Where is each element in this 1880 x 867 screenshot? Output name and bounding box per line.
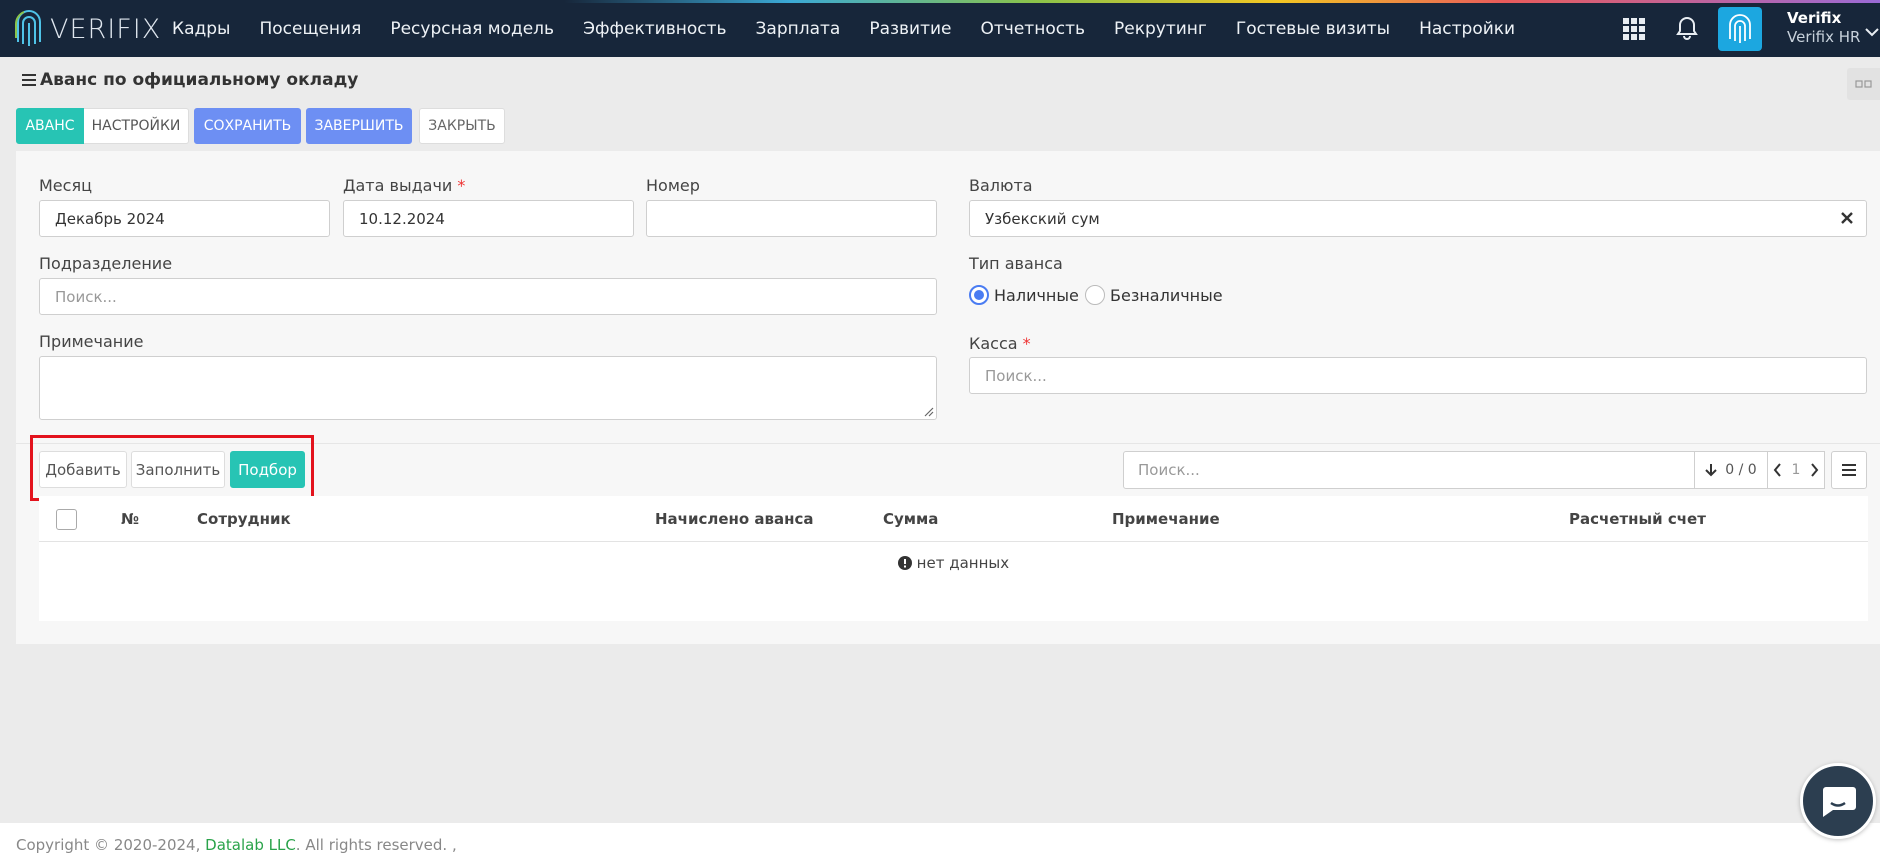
page-title: Аванс по официальному окладу bbox=[40, 70, 359, 90]
logo[interactable]: VERIFIX bbox=[14, 8, 161, 50]
user-info[interactable]: Verifix Verifix HR bbox=[1787, 9, 1860, 46]
cash-label: Касса * bbox=[969, 334, 1031, 353]
close-button[interactable]: ЗАКРЫТЬ bbox=[419, 108, 505, 144]
column-employee[interactable]: Сотрудник bbox=[197, 510, 291, 528]
advance-type-label: Тип аванса bbox=[969, 254, 1063, 273]
currency-label: Валюта bbox=[969, 176, 1033, 195]
column-account[interactable]: Расчетный счет bbox=[1569, 510, 1706, 528]
grid-page-number: 1 bbox=[1791, 462, 1801, 478]
empty-state-text: нет данных bbox=[916, 554, 1010, 572]
nav-item-settings[interactable]: Настройки bbox=[1419, 19, 1515, 39]
page-toolbar: АВАНС НАСТРОЙКИ СОХРАНИТЬ ЗАВЕРШИТЬ ЗАКР… bbox=[16, 108, 505, 144]
chevron-left-icon[interactable] bbox=[1773, 463, 1782, 477]
division-label: Подразделение bbox=[39, 254, 173, 273]
nav-item-guest-visits[interactable]: Гостевые визиты bbox=[1236, 19, 1390, 39]
footer-rights: . All rights reserved. , bbox=[295, 836, 457, 854]
division-placeholder: Поиск... bbox=[55, 287, 117, 306]
footer: Copyright © 2020-2024, Datalab LLC. All … bbox=[0, 823, 1880, 867]
empty-state: нет данных bbox=[39, 554, 1868, 572]
select-all-checkbox[interactable] bbox=[56, 509, 77, 530]
arrow-down-icon bbox=[1705, 464, 1717, 477]
exclamation-icon bbox=[897, 556, 912, 570]
issue-date-label: Дата выдачи * bbox=[343, 176, 465, 195]
user-org: Verifix HR bbox=[1787, 28, 1861, 46]
month-label: Месяц bbox=[39, 176, 92, 195]
note-label: Примечание bbox=[39, 332, 144, 351]
top-navbar: VERIFIX Кадры Посещения Ресурсная модель… bbox=[0, 0, 1880, 57]
radio-cashless-label: Безналичные bbox=[1110, 286, 1223, 305]
nav-item-salary[interactable]: Зарплата bbox=[756, 19, 841, 39]
footer-copyright: Copyright © 2020-2024, bbox=[16, 836, 201, 854]
table-header: № Сотрудник Начислено аванса Сумма Приме… bbox=[39, 496, 1868, 542]
issue-date-value: 10.12.2024 bbox=[359, 209, 445, 228]
avatar[interactable] bbox=[1718, 7, 1762, 51]
save-button[interactable]: СОХРАНИТЬ bbox=[194, 108, 301, 144]
resize-handle-icon[interactable] bbox=[924, 407, 934, 417]
data-table: № Сотрудник Начислено аванса Сумма Приме… bbox=[39, 496, 1868, 621]
nav-item-resource-model[interactable]: Ресурсная модель bbox=[390, 19, 554, 39]
nav-item-development[interactable]: Развитие bbox=[869, 19, 951, 39]
columns-icon bbox=[1855, 80, 1872, 88]
number-label: Номер bbox=[646, 176, 700, 195]
grid-search-placeholder: Поиск... bbox=[1138, 461, 1200, 479]
required-marker: * bbox=[1022, 334, 1031, 353]
cash-label-text: Касса bbox=[969, 334, 1018, 353]
division-search-input[interactable]: Поиск... bbox=[39, 278, 937, 315]
column-note[interactable]: Примечание bbox=[1112, 510, 1220, 528]
month-value: Декабрь 2024 bbox=[55, 209, 165, 228]
month-field[interactable]: Декабрь 2024 bbox=[39, 200, 330, 237]
nav-item-recruiting[interactable]: Рекрутинг bbox=[1114, 19, 1207, 39]
hamburger-icon[interactable] bbox=[22, 74, 36, 86]
chevron-right-icon[interactable] bbox=[1810, 463, 1819, 477]
radio-cashless[interactable] bbox=[1085, 285, 1105, 305]
layout-toggle[interactable] bbox=[1847, 68, 1880, 100]
fingerprint-logo-icon bbox=[15, 10, 41, 46]
main-nav: Кадры Посещения Ресурсная модель Эффекти… bbox=[172, 0, 1544, 57]
bell-icon[interactable] bbox=[1676, 16, 1698, 40]
logo-text: VERIFIX bbox=[50, 13, 162, 45]
fingerprint-icon bbox=[1729, 14, 1751, 43]
column-accrued-advance[interactable]: Начислено аванса bbox=[655, 510, 814, 528]
cash-placeholder: Поиск... bbox=[985, 366, 1047, 385]
tab-settings[interactable]: НАСТРОЙКИ bbox=[84, 108, 189, 144]
hamburger-icon bbox=[1842, 464, 1856, 476]
grid-count: 0 / 0 bbox=[1725, 462, 1757, 478]
issue-date-label-text: Дата выдачи bbox=[343, 176, 453, 195]
nav-item-attendance[interactable]: Посещения bbox=[259, 19, 361, 39]
grid-search-input[interactable]: Поиск... bbox=[1123, 451, 1695, 489]
note-textarea[interactable] bbox=[39, 356, 937, 420]
chat-widget-button[interactable] bbox=[1800, 763, 1876, 839]
apps-grid-icon[interactable] bbox=[1623, 18, 1645, 40]
grid-sort-count[interactable]: 0 / 0 bbox=[1694, 451, 1768, 489]
tab-advance[interactable]: АВАНС bbox=[16, 108, 84, 144]
chevron-down-icon[interactable] bbox=[1865, 27, 1879, 37]
chat-icon bbox=[1823, 787, 1856, 817]
radio-cash-label: Наличные bbox=[994, 286, 1079, 305]
nav-item-hr[interactable]: Кадры bbox=[172, 19, 230, 39]
grid-pager: 1 bbox=[1767, 451, 1825, 489]
highlight-box bbox=[30, 435, 314, 501]
currency-select[interactable]: Узбекский сум bbox=[969, 200, 1867, 237]
radio-cash[interactable] bbox=[969, 285, 989, 305]
footer-company-link[interactable]: Datalab LLC bbox=[205, 836, 296, 854]
column-number[interactable]: № bbox=[121, 510, 139, 528]
number-field[interactable] bbox=[646, 200, 937, 237]
nav-item-efficiency[interactable]: Эффективность bbox=[583, 19, 726, 39]
clear-icon[interactable] bbox=[1840, 211, 1854, 225]
page-header: Аванс по официальному окладу bbox=[22, 70, 358, 90]
grid-menu-button[interactable] bbox=[1831, 451, 1867, 489]
user-name: Verifix bbox=[1787, 9, 1842, 27]
currency-value: Узбекский сум bbox=[985, 209, 1100, 228]
cash-search-input[interactable]: Поиск... bbox=[969, 357, 1867, 394]
nav-item-reports[interactable]: Отчетность bbox=[981, 19, 1085, 39]
finish-button[interactable]: ЗАВЕРШИТЬ bbox=[306, 108, 412, 144]
issue-date-field[interactable]: 10.12.2024 bbox=[343, 200, 634, 237]
required-marker: * bbox=[457, 176, 466, 195]
column-amount[interactable]: Сумма bbox=[883, 510, 938, 528]
